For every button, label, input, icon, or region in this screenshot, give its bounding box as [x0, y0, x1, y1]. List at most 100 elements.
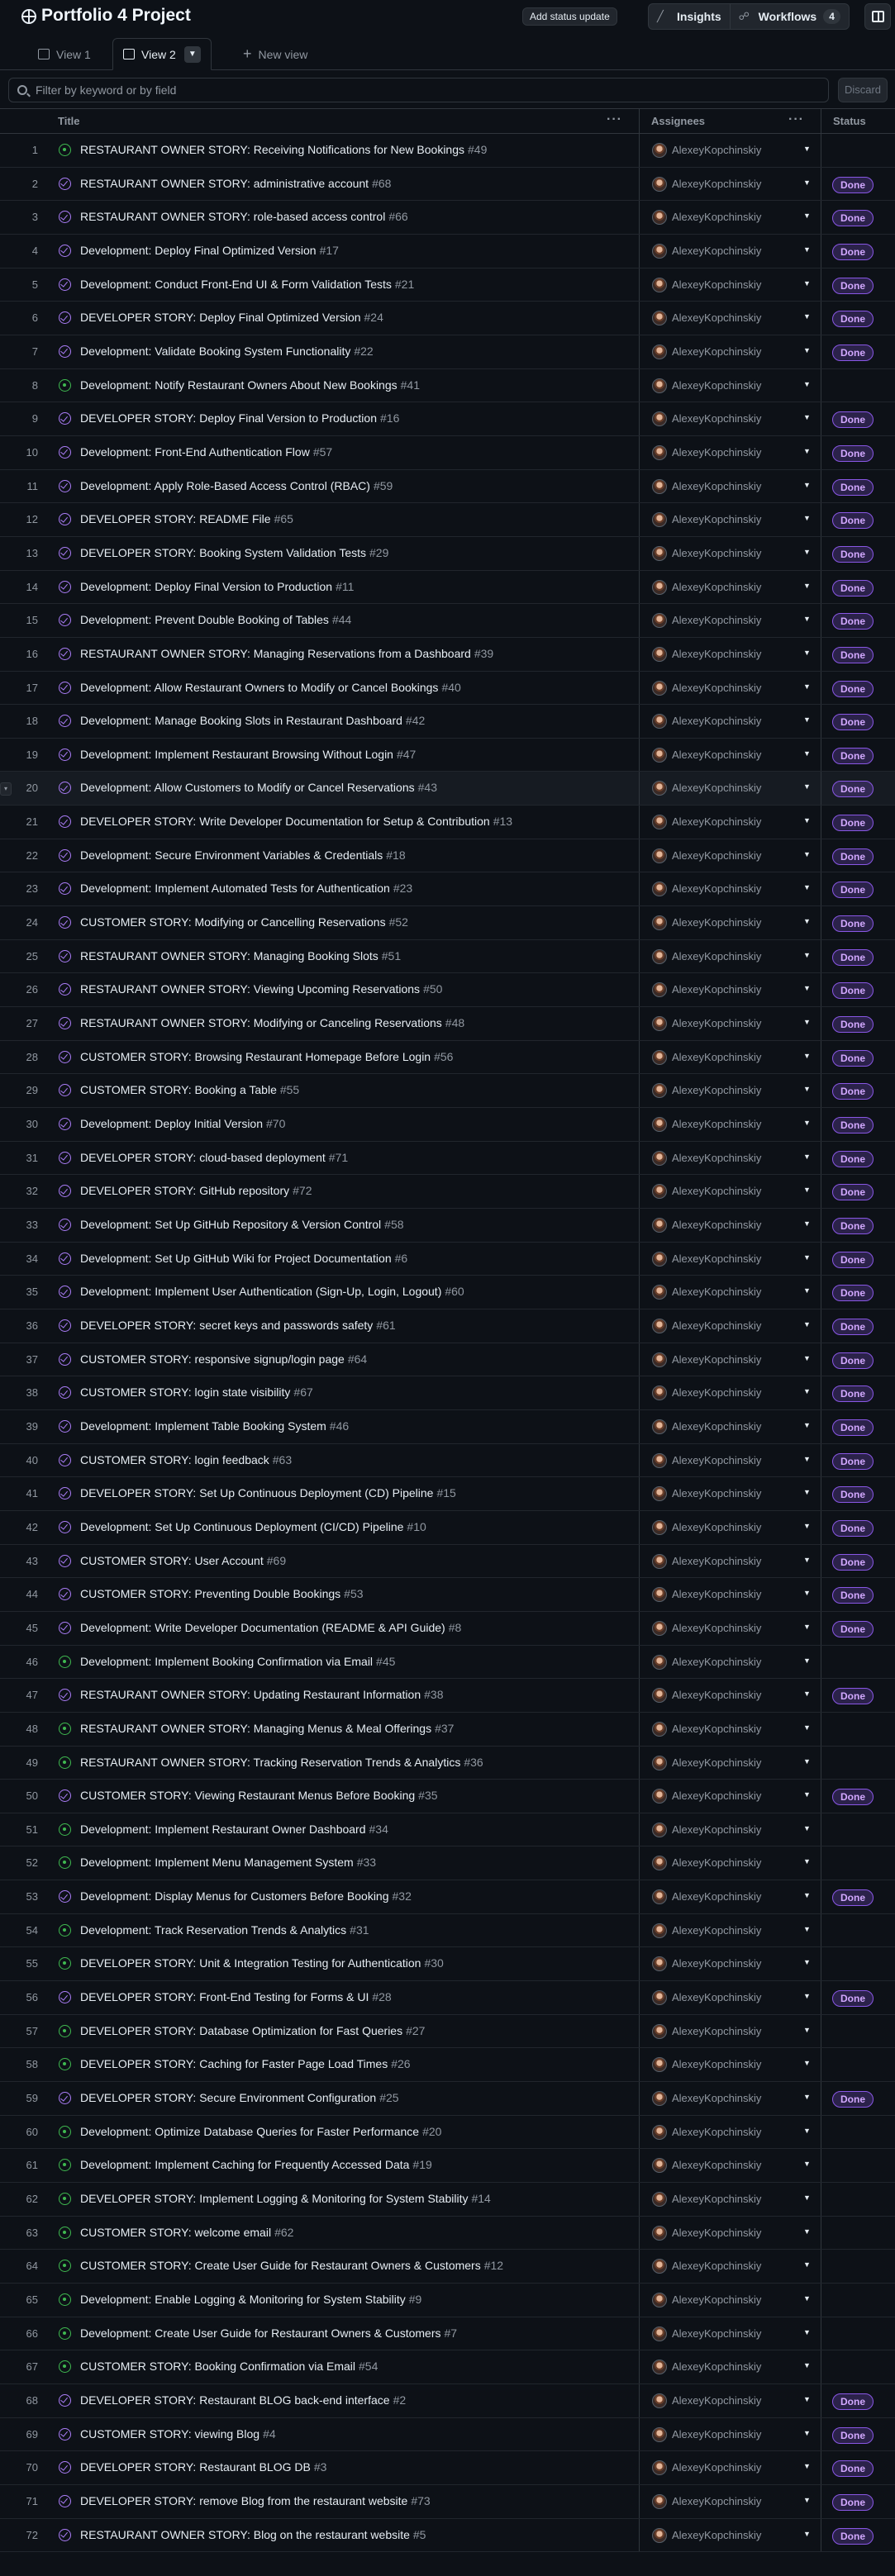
status-badge[interactable]: Done [832, 714, 874, 731]
assignee-name[interactable]: AlexeyKopchinskiy [672, 916, 761, 929]
table-row[interactable]: 17 Development: Allow Restaurant Owners t… [0, 671, 895, 706]
assignee-name[interactable]: AlexeyKopchinskiy [672, 1957, 761, 1970]
table-row[interactable]: 57 DEVELOPER STORY: Database Optimization… [0, 2014, 895, 2049]
issue-title-link[interactable]: DEVELOPER STORY: Restaurant BLOG DB #3 [80, 2460, 638, 2474]
issue-title-link[interactable]: DEVELOPER STORY: Implement Logging & Mon… [80, 2192, 638, 2205]
chevron-down-icon[interactable]: ▼ [803, 1253, 811, 1262]
tab-view-2[interactable]: View 2 ▼ [112, 38, 212, 70]
table-row[interactable]: 67 CUSTOMER STORY: Booking Confirmation v… [0, 2350, 895, 2384]
issue-title-link[interactable]: DEVELOPER STORY: Restaurant BLOG back-en… [80, 2393, 638, 2407]
assignee-name[interactable]: AlexeyKopchinskiy [672, 1219, 761, 1231]
avatar[interactable] [652, 210, 667, 226]
column-header-title[interactable]: Title [58, 109, 80, 134]
issue-title-link[interactable]: CUSTOMER STORY: Viewing Restaurant Menus… [80, 1789, 638, 1802]
table-row[interactable]: 36 DEVELOPER STORY: secret keys and passw… [0, 1309, 895, 1343]
issue-title-link[interactable]: Development: Implement Table Booking Sys… [80, 1419, 638, 1433]
status-badge[interactable]: Done [832, 2527, 874, 2545]
chevron-down-icon[interactable]: ▼ [803, 2462, 811, 2470]
avatar[interactable] [652, 1856, 667, 1871]
assignee-name[interactable]: AlexeyKopchinskiy [672, 1521, 761, 1533]
issue-title-link[interactable]: CUSTOMER STORY: viewing Blog #4 [80, 2427, 638, 2441]
chevron-down-icon[interactable]: ▼ [803, 211, 811, 220]
assignee-name[interactable]: AlexeyKopchinskiy [672, 1487, 761, 1499]
assignee-name[interactable]: AlexeyKopchinskiy [672, 2092, 761, 2104]
avatar[interactable] [652, 2158, 667, 2174]
table-row[interactable]: 28 CUSTOMER STORY: Browsing Restaurant Ho… [0, 1040, 895, 1075]
avatar[interactable] [652, 512, 667, 528]
issue-title-link[interactable]: Development: Notify Restaurant Owners Ab… [80, 378, 638, 392]
assignee-name[interactable]: AlexeyKopchinskiy [672, 1689, 761, 1701]
chevron-down-icon[interactable]: ▼ [803, 2361, 811, 2369]
avatar[interactable] [652, 1922, 667, 1938]
avatar[interactable] [652, 1049, 667, 1065]
column-menu-icon[interactable]: ··· [607, 109, 622, 131]
issue-title-link[interactable]: RESTAURANT OWNER STORY: role-based acces… [80, 210, 638, 223]
avatar[interactable] [652, 1587, 667, 1603]
status-badge[interactable]: Done [832, 1352, 874, 1369]
table-row[interactable]: 14 Development: Deploy Final Version to P… [0, 570, 895, 605]
issue-title-link[interactable]: RESTAURANT OWNER STORY: Managing Reserva… [80, 647, 638, 660]
status-badge[interactable]: Done [832, 1218, 874, 1234]
issue-title-link[interactable]: DEVELOPER STORY: Unit & Integration Test… [80, 1956, 638, 1970]
status-badge[interactable]: Done [832, 1150, 874, 1167]
status-badge[interactable]: Done [832, 1016, 874, 1034]
assignee-name[interactable]: AlexeyKopchinskiy [672, 1924, 761, 1937]
assignee-name[interactable]: AlexeyKopchinskiy [672, 581, 761, 593]
avatar[interactable] [652, 915, 667, 931]
table-row[interactable]: 31 DEVELOPER STORY: cloud-based deploymen… [0, 1141, 895, 1176]
chevron-down-icon[interactable]: ▼ [803, 1219, 811, 1228]
avatar[interactable] [652, 478, 667, 494]
status-badge[interactable]: Done [832, 2393, 874, 2410]
status-badge[interactable]: Done [832, 411, 874, 429]
assignee-name[interactable]: AlexeyKopchinskiy [672, 1991, 761, 2003]
status-badge[interactable]: Done [832, 2493, 874, 2511]
assignee-name[interactable]: AlexeyKopchinskiy [672, 1856, 761, 1869]
assignee-name[interactable]: AlexeyKopchinskiy [672, 345, 761, 358]
table-row[interactable]: 1 RESTAURANT OWNER STORY: Receiving Notif… [0, 134, 895, 168]
issue-title-link[interactable]: DEVELOPER STORY: secret keys and passwor… [80, 1319, 638, 1332]
chevron-down-icon[interactable]: ▼ [803, 816, 811, 825]
issue-title-link[interactable]: Development: Implement Restaurant Browsi… [80, 748, 638, 761]
table-row[interactable]: 66 Development: Create User Guide for Res… [0, 2317, 895, 2351]
table-row[interactable]: 53 Development: Display Menus for Custome… [0, 1880, 895, 1914]
avatar[interactable] [652, 1016, 667, 1032]
chevron-down-icon[interactable]: ▼ [803, 447, 811, 455]
avatar[interactable] [652, 344, 667, 359]
avatar[interactable] [652, 176, 667, 192]
assignee-name[interactable]: AlexeyKopchinskiy [672, 1017, 761, 1029]
avatar[interactable] [652, 1352, 667, 1367]
table-row[interactable]: 68 DEVELOPER STORY: Restaurant BLOG back-… [0, 2384, 895, 2418]
table-row[interactable]: 26 RESTAURANT OWNER STORY: Viewing Upcomi… [0, 973, 895, 1008]
issue-title-link[interactable]: Development: Manage Booking Slots in Res… [80, 714, 638, 727]
table-row[interactable]: 51 Development: Implement Restaurant Owne… [0, 1813, 895, 1847]
issue-title-link[interactable]: Development: Secure Environment Variable… [80, 848, 638, 862]
avatar[interactable] [652, 2259, 667, 2274]
issue-title-link[interactable]: RESTAURANT OWNER STORY: Updating Restaur… [80, 1688, 638, 1701]
avatar[interactable] [652, 714, 667, 730]
issue-title-link[interactable]: Development: Display Menus for Customers… [80, 1889, 638, 1903]
assignee-name[interactable]: AlexeyKopchinskiy [672, 614, 761, 626]
chevron-down-icon[interactable]: ▼ [803, 2059, 811, 2067]
chevron-down-icon[interactable]: ▼ [803, 2160, 811, 2168]
assignee-name[interactable]: AlexeyKopchinskiy [672, 849, 761, 862]
issue-title-link[interactable]: Development: Conduct Front-End UI & Form… [80, 278, 638, 291]
assignee-name[interactable]: AlexeyKopchinskiy [672, 749, 761, 761]
assignee-name[interactable]: AlexeyKopchinskiy [672, 1353, 761, 1366]
chevron-down-icon[interactable]: ▼ [803, 582, 811, 590]
avatar[interactable] [652, 378, 667, 393]
avatar[interactable] [652, 680, 667, 696]
chevron-down-icon[interactable]: ▼ [803, 1387, 811, 1395]
table-row[interactable]: 16 RESTAURANT OWNER STORY: Managing Reser… [0, 637, 895, 672]
table-row[interactable]: 38 CUSTOMER STORY: login state visibility… [0, 1376, 895, 1410]
avatar[interactable] [652, 1688, 667, 1704]
status-badge[interactable]: Done [832, 848, 874, 865]
chevron-down-icon[interactable]: ▼ [803, 1320, 811, 1328]
assignee-name[interactable]: AlexeyKopchinskiy [672, 2126, 761, 2138]
issue-title-link[interactable]: CUSTOMER STORY: Create User Guide for Re… [80, 2259, 638, 2272]
table-row[interactable]: 9 DEVELOPER STORY: Deploy Final Version t… [0, 402, 895, 436]
table-row[interactable]: 15 Development: Prevent Double Booking of… [0, 604, 895, 638]
avatar[interactable] [652, 411, 667, 427]
chevron-down-icon[interactable]: ▼ [803, 481, 811, 489]
status-badge[interactable]: Done [832, 344, 874, 361]
table-row[interactable]: 2 RESTAURANT OWNER STORY: administrative … [0, 167, 895, 202]
